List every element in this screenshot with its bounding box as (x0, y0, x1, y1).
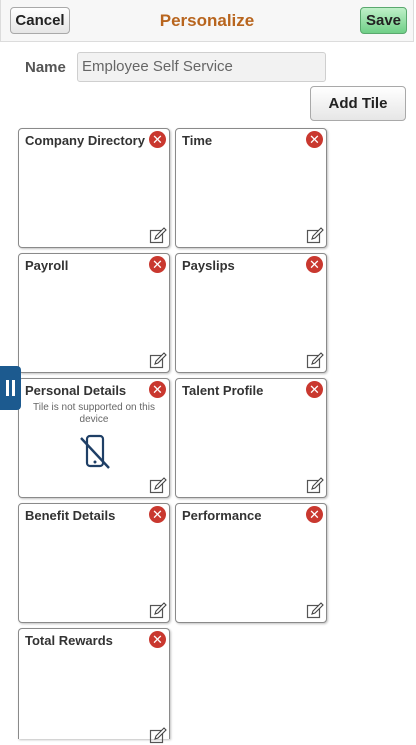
side-panel-tab[interactable] (0, 366, 21, 410)
tile-performance[interactable]: Performance ✕ (175, 503, 327, 623)
close-circle-icon[interactable]: ✕ (306, 506, 323, 523)
add-tile-button[interactable]: Add Tile (310, 86, 406, 121)
tile-personal-details[interactable]: Personal Details ✕ Tile is not supported… (18, 378, 170, 498)
close-circle-icon[interactable]: ✕ (149, 631, 166, 648)
tile-title: Personal Details (25, 383, 127, 398)
save-button[interactable]: Save (360, 7, 407, 34)
name-field[interactable]: Employee Self Service (77, 52, 326, 82)
tile-payroll[interactable]: Payroll ✕ (18, 253, 170, 373)
close-circle-icon[interactable]: ✕ (306, 381, 323, 398)
edit-icon[interactable] (306, 227, 324, 245)
edit-icon[interactable] (306, 602, 324, 620)
tile-title: Payroll (25, 258, 69, 273)
edit-icon[interactable] (149, 352, 167, 370)
edit-icon[interactable] (149, 602, 167, 620)
page-title: Personalize (159, 11, 255, 30)
edit-icon[interactable] (306, 477, 324, 495)
tile-title: Payslips (182, 258, 235, 273)
close-circle-icon[interactable]: ✕ (149, 256, 166, 273)
tile-benefit-details[interactable]: Benefit Details ✕ (18, 503, 170, 623)
close-circle-icon[interactable]: ✕ (149, 506, 166, 523)
tile-total-rewards[interactable]: Total Rewards ✕ (18, 628, 170, 744)
name-label: Name (25, 59, 66, 76)
edit-icon[interactable] (149, 727, 167, 745)
edit-icon[interactable] (149, 227, 167, 245)
tile-talent-profile[interactable]: Talent Profile ✕ (175, 378, 327, 498)
tile-title: Time (182, 133, 213, 148)
tile-title: Talent Profile (182, 383, 264, 398)
tile-title: Benefit Details (25, 508, 116, 523)
mobile-not-supported-icon (80, 434, 110, 469)
tile-payslips[interactable]: Payslips ✕ (175, 253, 327, 373)
tile-title: Performance (182, 508, 262, 523)
edit-icon[interactable] (149, 477, 167, 495)
tile-title: Total Rewards (25, 633, 113, 648)
tile-title: Company Directory (25, 133, 145, 148)
close-circle-icon[interactable]: ✕ (306, 131, 323, 148)
tile-company-directory[interactable]: Company Directory ✕ (18, 128, 170, 248)
close-circle-icon[interactable]: ✕ (149, 381, 166, 398)
close-circle-icon[interactable]: ✕ (149, 131, 166, 148)
edit-icon[interactable] (306, 352, 324, 370)
tile-time[interactable]: Time ✕ (175, 128, 327, 248)
header-bar: Cancel Personalize Save (0, 0, 414, 42)
close-circle-icon[interactable]: ✕ (306, 256, 323, 273)
unsupported-message: Tile is not supported on this device (33, 402, 155, 425)
